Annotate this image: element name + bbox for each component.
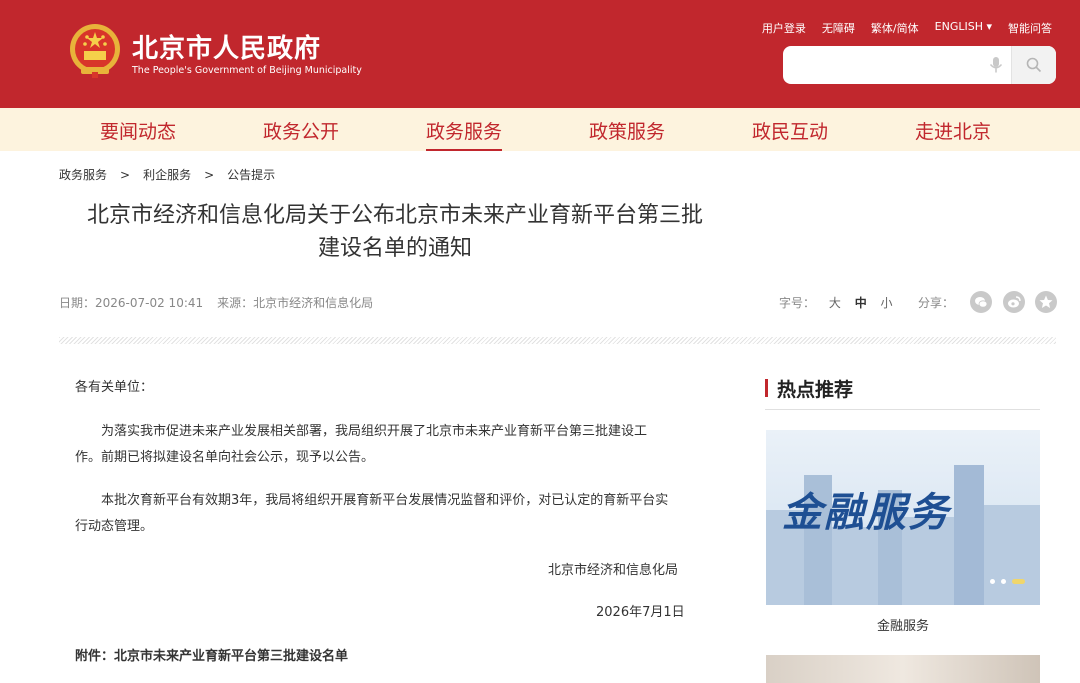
banner-building — [832, 527, 878, 605]
carousel-indicator — [990, 579, 1025, 584]
traditional-simplified-link[interactable]: 繁体/简体 — [871, 20, 919, 36]
carousel-dot[interactable] — [990, 579, 995, 584]
breadcrumb-separator: > — [204, 168, 215, 182]
smart-qa-link[interactable]: 智能问答 — [1008, 20, 1052, 36]
main-nav: 要闻动态 政务公开 政务服务 政策服务 政民互动 走进北京 — [0, 108, 1080, 151]
article-greeting: 各有关单位： — [75, 380, 154, 395]
search-input[interactable] — [783, 46, 1002, 84]
site-header: 北京市人民政府 The People's Government of Beiji… — [0, 0, 1080, 108]
breadcrumb-separator: > — [120, 168, 131, 182]
article-paragraph: 为落实我市促进未来产业发展相关部署，我局组织开展了北京市未来产业育新平台第三批建… — [75, 419, 715, 471]
nav-item-policy-services[interactable]: 政策服务 — [589, 117, 665, 144]
breadcrumb: 政务服务 > 利企服务 > 公告提示 — [59, 166, 275, 183]
search-icon — [1026, 57, 1042, 73]
nav-item-gov-affairs-open[interactable]: 政务公开 — [263, 117, 339, 144]
top-links: 用户登录 无障碍 繁体/简体 ENGLISH ▾ 智能问答 — [762, 20, 1052, 36]
article-paragraph: 本批次育新平台有效期3年，我局将组织开展育新平台发展情况监督和评价，对已认定的育… — [75, 488, 715, 540]
national-emblem-icon[interactable] — [67, 22, 123, 80]
paragraph-line: 本批次育新平台有效期3年，我局将组织开展育新平台发展情况监督和评价，对已认定的育… — [101, 493, 669, 508]
breadcrumb-enterprise-services[interactable]: 利企服务 — [143, 168, 191, 182]
font-size-small[interactable]: 小 — [881, 296, 893, 310]
article-meta: 日期：2026-07-02 10:41 来源：北京市经济和信息化局 — [59, 294, 387, 311]
publish-date: 日期：2026-07-02 10:41 — [59, 296, 204, 310]
hot-recommend-title: 热点推荐 — [777, 379, 854, 401]
font-size-control: 字号： 大 中 小 — [779, 294, 893, 311]
nav-item-news[interactable]: 要闻动态 — [100, 117, 176, 144]
article-sign-date: 2026年7月1日 — [596, 605, 685, 620]
banner-caption[interactable]: 金融服务 — [766, 615, 1040, 634]
english-link[interactable]: ENGLISH ▾ — [935, 20, 992, 36]
banner-building — [984, 505, 1040, 605]
weibo-share-icon[interactable] — [1003, 291, 1025, 313]
login-link[interactable]: 用户登录 — [762, 20, 806, 36]
search-button[interactable] — [1011, 46, 1056, 84]
qzone-share-icon[interactable] — [1035, 291, 1057, 313]
banner-text: 金融服务 — [782, 490, 950, 536]
paragraph-line: 为落实我市促进未来产业发展相关部署，我局组织开展了北京市未来产业育新平台第三批建… — [101, 424, 648, 439]
article-title-line1: 北京市经济和信息化局关于公布北京市未来产业育新平台第三批 — [86, 203, 703, 228]
accessibility-link[interactable]: 无障碍 — [822, 20, 855, 36]
site-subtitle: The People's Government of Beijing Munic… — [132, 65, 362, 76]
nav-item-gov-services[interactable]: 政务服务 — [426, 117, 503, 151]
banner-building — [954, 465, 984, 605]
finance-service-banner[interactable]: 金融服务 — [766, 430, 1040, 605]
nav-item-about-beijing[interactable]: 走进北京 — [915, 117, 991, 144]
font-size-label: 字号： — [779, 296, 816, 310]
article-signature: 北京市经济和信息化局 — [548, 563, 679, 578]
breadcrumb-gov-services[interactable]: 政务服务 — [59, 168, 107, 182]
attachment-link[interactable]: 附件：北京市未来产业育新平台第三批建设名单 — [75, 644, 348, 670]
microphone-icon[interactable] — [987, 56, 1005, 74]
site-title[interactable]: 北京市人民政府 — [132, 28, 321, 65]
hot-title-underline — [765, 409, 1040, 410]
breadcrumb-notices[interactable]: 公告提示 — [227, 168, 275, 182]
article-title-line2: 建设名单的通知 — [317, 236, 472, 261]
article-source: 来源：北京市经济和信息化局 — [217, 296, 374, 310]
paragraph-line: 行动态管理。 — [75, 519, 154, 534]
carousel-dot-active[interactable] — [1012, 579, 1025, 584]
article-title: 北京市经济和信息化局关于公布北京市未来产业育新平台第三批 建设名单的通知 — [60, 199, 730, 265]
next-recommend-image[interactable] — [766, 655, 1040, 683]
font-size-large[interactable]: 大 — [829, 296, 841, 310]
nav-item-interaction[interactable]: 政民互动 — [752, 117, 828, 144]
hot-title-marker — [765, 379, 768, 397]
share-label: 分享： — [918, 296, 955, 310]
font-size-medium[interactable]: 中 — [855, 296, 867, 310]
carousel-dot[interactable] — [1001, 579, 1006, 584]
wechat-share-icon[interactable] — [970, 291, 992, 313]
section-divider — [59, 337, 1056, 344]
paragraph-line: 作。前期已将拟建设名单向社会公示，现予以公告。 — [75, 450, 375, 465]
search-box — [783, 46, 1056, 84]
